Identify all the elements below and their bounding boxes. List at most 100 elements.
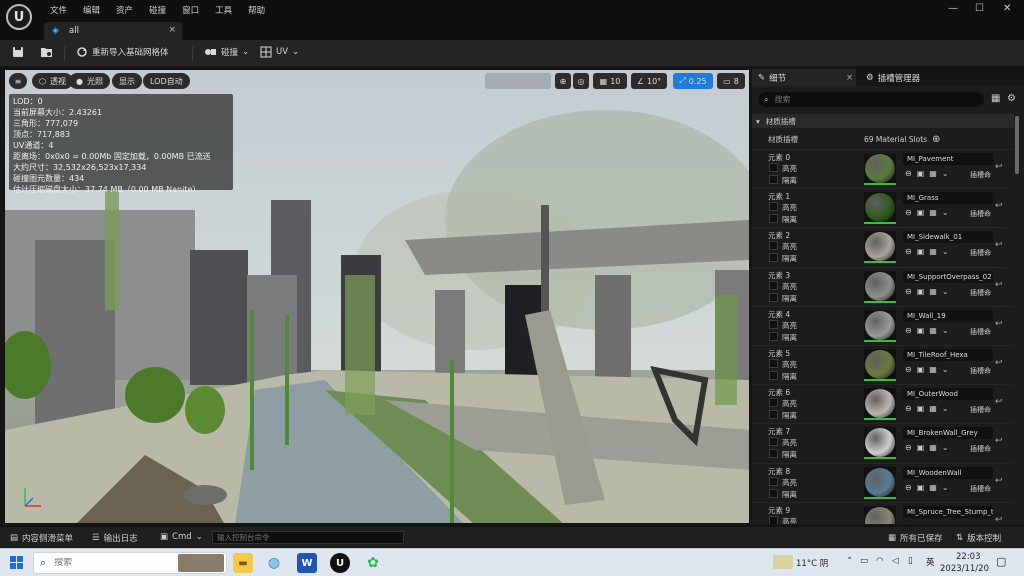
highlight-checkbox[interactable] (769, 163, 778, 172)
material-thumbnail[interactable] (864, 192, 896, 225)
reset-arrow-icon[interactable]: ↩ (995, 358, 1003, 368)
highlight-checkbox[interactable] (769, 241, 778, 251)
slot-name-label[interactable]: 插槽命 (970, 484, 991, 494)
console-command-input[interactable] (213, 532, 403, 543)
isolate-checkbox[interactable] (769, 292, 778, 302)
use-selected-icon[interactable]: ⊖ (905, 287, 912, 296)
tab-socket-manager[interactable]: ⚙ 插槽管理器 (860, 69, 920, 86)
use-selected-icon[interactable]: ⊖ (905, 404, 912, 413)
transform-tools-group[interactable] (485, 73, 551, 89)
checker-icon[interactable]: ▦ (929, 483, 937, 492)
clock-date[interactable]: 2023/11/20 (940, 564, 989, 574)
show-button[interactable]: 显示 (112, 73, 142, 89)
browse-folder-icon[interactable]: ▣ (917, 326, 925, 335)
material-thumbnail[interactable] (864, 388, 896, 421)
highlight-checkbox[interactable] (769, 398, 778, 408)
minimize-icon[interactable]: — (948, 3, 958, 14)
menu-file[interactable]: 文件 (42, 4, 75, 16)
taskbar-search-input[interactable] (54, 558, 175, 568)
weather-text[interactable]: 11°C 阴 (796, 557, 828, 569)
menu-window[interactable]: 窗口 (174, 4, 207, 16)
grid-snap-button[interactable]: ▦ 10 (593, 73, 627, 89)
isolate-checkbox[interactable] (769, 370, 778, 380)
network-icon[interactable]: ▭ (860, 556, 868, 566)
chevron-down-icon[interactable]: ⌄ (942, 483, 949, 492)
reset-arrow-icon[interactable]: ↩ (995, 319, 1003, 329)
checker-icon[interactable]: ▦ (929, 247, 937, 256)
isolate-checkbox[interactable] (769, 253, 778, 263)
chevron-down-icon[interactable]: ⌄ (942, 404, 949, 413)
collision-menu-button[interactable]: 碰撞 ⌄ (204, 46, 249, 58)
perspective-button[interactable]: ⬡ 透视 (32, 73, 73, 89)
material-picker[interactable]: MI_OuterWood (903, 388, 993, 401)
use-selected-icon[interactable]: ⊖ (905, 522, 912, 524)
chevron-down-icon[interactable]: ⌄ (942, 522, 949, 524)
content-drawer-button[interactable]: ▤ 内容侧滑菜单 (10, 532, 73, 544)
reset-arrow-icon[interactable]: ↩ (995, 240, 1003, 250)
highlight-checkbox[interactable] (769, 202, 778, 212)
material-thumbnail[interactable] (864, 270, 896, 303)
isolate-checkbox[interactable] (769, 449, 778, 459)
scrollbar-thumb[interactable] (1015, 116, 1019, 174)
highlight-checkbox[interactable] (769, 319, 778, 329)
checker-icon[interactable]: ▦ (929, 169, 937, 178)
checker-icon[interactable]: ▦ (929, 326, 937, 335)
surface-snap-toggle[interactable]: ◎ (573, 73, 589, 89)
use-selected-icon[interactable]: ⊖ (905, 247, 912, 256)
menu-help[interactable]: 帮助 (240, 4, 273, 16)
windows-start-icon[interactable] (10, 556, 24, 570)
chevron-down-icon[interactable]: ⌄ (942, 169, 949, 178)
camera-speed-button[interactable]: ▭ 8 (717, 73, 745, 89)
material-thumbnail[interactable] (864, 231, 896, 264)
material-thumbnail[interactable] (864, 427, 896, 460)
checker-icon[interactable]: ▦ (929, 404, 937, 413)
material-thumbnail[interactable] (864, 505, 896, 524)
reset-arrow-icon[interactable]: ↩ (995, 280, 1003, 290)
material-picker[interactable]: MI_Sidewalk_01 (903, 231, 993, 244)
wifi-icon[interactable]: ◠ (876, 556, 883, 566)
chevron-down-icon[interactable]: ⌄ (942, 247, 949, 256)
highlight-checkbox[interactable] (769, 515, 778, 524)
clock-time[interactable]: 22:03 (956, 552, 981, 562)
highlight-checkbox[interactable] (769, 476, 778, 486)
material-picker[interactable]: MI_Pavement (903, 153, 993, 165)
weather-icon[interactable] (773, 555, 793, 569)
browse-folder-icon[interactable]: ▣ (917, 365, 925, 374)
browse-folder-icon[interactable]: ▣ (917, 443, 925, 452)
material-picker[interactable]: MI_WoodenWall (903, 466, 993, 479)
slot-name-label[interactable]: 插槽命 (970, 327, 991, 337)
highlight-checkbox[interactable] (769, 280, 778, 290)
notification-icon[interactable]: ▢ (996, 555, 1006, 568)
input-method-indicator[interactable]: 英 (926, 556, 935, 568)
slot-name-label[interactable]: 插槽命 (970, 523, 991, 525)
material-picker[interactable]: MI_BrokenWall_Grey (903, 427, 993, 440)
slot-name-label[interactable]: 插槽命 (970, 405, 991, 415)
world-local-toggle[interactable]: ⊕ (555, 73, 571, 89)
slot-name-label[interactable]: 插槽命 (970, 366, 991, 376)
material-picker[interactable]: MI_Grass (903, 192, 993, 205)
speaker-icon[interactable]: ◁ (892, 556, 899, 566)
close-tab-icon[interactable]: × (168, 25, 176, 35)
scale-snap-button[interactable]: ⤢ 0.25 (673, 73, 713, 89)
browse-folder-icon[interactable]: ▣ (917, 522, 925, 524)
reset-arrow-icon[interactable]: ↩ (995, 436, 1003, 446)
material-thumbnail[interactable] (864, 153, 896, 185)
slot-name-label[interactable]: 插槽命 (970, 248, 991, 258)
close-window-icon[interactable]: ✕ (1003, 3, 1011, 14)
material-slots-section-header[interactable]: ▾ 材质插槽 (752, 114, 1014, 128)
lod-auto-button[interactable]: LOD自动 (143, 73, 190, 89)
use-selected-icon[interactable]: ⊖ (905, 326, 912, 335)
details-search-field[interactable]: ⌕ (758, 92, 984, 107)
material-thumbnail[interactable] (864, 348, 896, 381)
chevron-down-icon[interactable]: ⌄ (942, 326, 949, 335)
isolate-checkbox[interactable] (769, 214, 778, 224)
menu-collision[interactable]: 碰撞 (141, 4, 174, 16)
lit-mode-button[interactable]: ● 光照 (69, 73, 110, 89)
tray-overflow-icon[interactable]: ⌃ (846, 556, 853, 566)
use-selected-icon[interactable]: ⊖ (905, 208, 912, 217)
chevron-down-icon[interactable]: ⌄ (942, 208, 949, 217)
viewport-options-button[interactable]: ≡ (9, 73, 27, 89)
checker-icon[interactable]: ▦ (929, 287, 937, 296)
reset-arrow-icon[interactable]: ↩ (995, 515, 1003, 524)
save-button[interactable] (12, 46, 24, 58)
